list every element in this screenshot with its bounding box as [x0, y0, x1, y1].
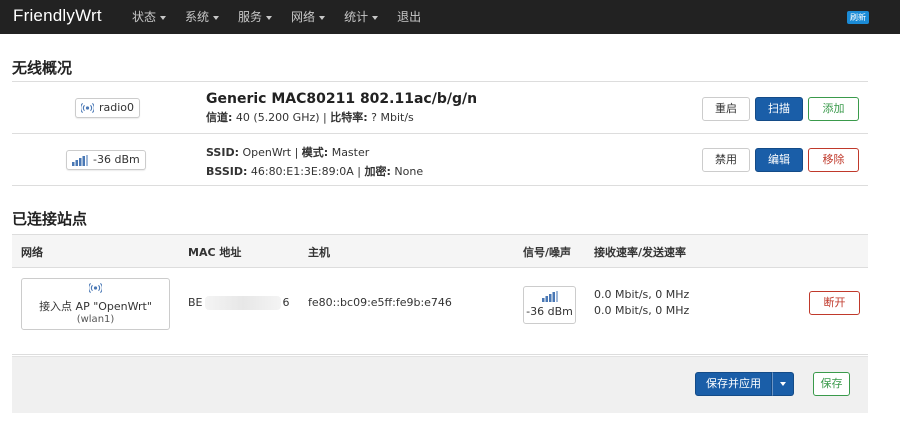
- nav-system[interactable]: 系统: [185, 0, 220, 34]
- mac-redaction: [204, 296, 281, 310]
- col-host: 主机: [308, 246, 330, 259]
- wifi-radio-icon: [88, 283, 103, 293]
- station-network: 接入点 AP "OpenWrt" (wlan1): [21, 278, 170, 330]
- wireless-network-row: -36 dBm SSID: OpenWrt | 模式: Master BSSID…: [12, 134, 868, 186]
- nav-services[interactable]: 服务: [238, 0, 273, 34]
- encryption-value: None: [394, 165, 424, 178]
- disable-button[interactable]: 禁用: [702, 148, 750, 172]
- nav-system-label: 系统: [185, 10, 210, 24]
- stations-table-header: 网络 MAC 地址 主机 信号/噪声 接收速率/发送速率: [12, 234, 868, 268]
- nav-logout[interactable]: 退出: [397, 0, 421, 34]
- station-signal-value: -36 dBm: [526, 305, 573, 318]
- mac-prefix: BE: [188, 296, 203, 309]
- col-mac: MAC 地址: [188, 246, 242, 259]
- station-signal: -36 dBm: [523, 286, 576, 324]
- save-button[interactable]: 保存: [813, 372, 850, 396]
- save-apply-dropdown-toggle[interactable]: [772, 372, 794, 396]
- station-rx-rate: 0.0 Mbit/s, 0 MHz: [594, 288, 690, 301]
- radio-channel-line: 信道: 40 (5.200 GHz) | 比特率: ? Mbit/s: [206, 111, 414, 124]
- signal-badge: -36 dBm: [66, 150, 146, 170]
- main-nav: 状态 系统 服务 网络 统计 退出: [132, 0, 440, 34]
- ssid-line: SSID: OpenWrt | 模式: Master: [206, 146, 370, 159]
- restart-button[interactable]: 重启: [702, 97, 750, 121]
- radio-info: Generic MAC80211 802.11ac/b/g/n 信道: 40 (…: [206, 91, 477, 125]
- mode-label: 模式:: [301, 146, 329, 159]
- nav-network[interactable]: 网络: [291, 0, 326, 34]
- nav-services-label: 服务: [238, 10, 263, 24]
- refresh-badge[interactable]: 刷新: [847, 11, 869, 24]
- radio-badge: radio0: [75, 98, 141, 118]
- signal-strength-icon: [541, 291, 558, 302]
- station-host: fe80::bc09:e5ff:fe9b:e746: [308, 296, 452, 309]
- station-ap-label: 接入点 AP "OpenWrt": [39, 300, 152, 313]
- station-mac: BE 6: [188, 296, 290, 310]
- station-interface: (wlan1): [76, 314, 115, 325]
- bssid-label: BSSID:: [206, 165, 248, 178]
- table-row: 接入点 AP "OpenWrt" (wlan1) BE 6 fe80::bc09:…: [12, 268, 868, 355]
- connected-stations-heading: 已连接站点: [12, 210, 88, 228]
- top-navbar: FriendlyWrt 状态 系统 服务 网络 统计 退出 刷新: [0, 0, 900, 34]
- nav-status-label: 状态: [132, 10, 157, 24]
- channel-label: 信道:: [206, 111, 233, 124]
- encryption-label: 加密:: [364, 165, 391, 178]
- chevron-down-icon: [160, 15, 167, 20]
- nav-network-label: 网络: [291, 10, 316, 24]
- station-tx-rate: 0.0 Mbit/s, 0 MHz: [594, 304, 690, 317]
- channel-value: 40 (5.200 GHz): [235, 111, 320, 124]
- signal-value: -36 dBm: [93, 153, 140, 166]
- brand-logo[interactable]: FriendlyWrt: [13, 6, 102, 26]
- mac-suffix: 6: [282, 296, 290, 309]
- wireless-overview-table: radio0 Generic MAC80211 802.11ac/b/g/n 信…: [12, 81, 868, 186]
- wifi-radio-icon: [81, 103, 94, 113]
- chevron-down-icon: [319, 15, 326, 20]
- nav-status[interactable]: 状态: [132, 0, 167, 34]
- add-button[interactable]: 添加: [808, 97, 859, 121]
- remove-button[interactable]: 移除: [808, 148, 859, 172]
- radio-row: radio0 Generic MAC80211 802.11ac/b/g/n 信…: [12, 82, 868, 134]
- bitrate-label: 比特率:: [330, 111, 368, 124]
- ssid-label: SSID:: [206, 146, 239, 159]
- edit-button[interactable]: 编辑: [755, 148, 803, 172]
- chevron-down-icon: [372, 15, 379, 20]
- nav-logout-label: 退出: [397, 10, 422, 24]
- network-info: SSID: OpenWrt | 模式: Master BSSID: 46:80:…: [206, 144, 423, 179]
- nav-statistics[interactable]: 统计: [344, 0, 379, 34]
- bssid-line: BSSID: 46:80:E1:3E:89:0A | 加密: None: [206, 165, 424, 178]
- chevron-down-icon: [780, 382, 786, 386]
- bssid-value: 46:80:E1:3E:89:0A: [250, 165, 354, 178]
- col-rates: 接收速率/发送速率: [594, 246, 687, 259]
- col-signal: 信号/噪声: [523, 246, 572, 259]
- nav-statistics-label: 统计: [344, 10, 369, 24]
- chevron-down-icon: [266, 15, 273, 20]
- scan-button[interactable]: 扫描: [755, 97, 803, 121]
- wireless-overview-heading: 无线概况: [12, 59, 73, 77]
- radio-device-title: Generic MAC80211 802.11ac/b/g/n: [206, 91, 478, 107]
- mode-value: Master: [331, 146, 370, 159]
- bitrate-value: ? Mbit/s: [371, 111, 414, 124]
- disconnect-button[interactable]: 断开: [809, 291, 860, 315]
- page-actions-bar: 保存并应用 保存: [12, 356, 868, 413]
- chevron-down-icon: [213, 15, 220, 20]
- save-apply-button[interactable]: 保存并应用: [695, 372, 772, 396]
- ssid-value: OpenWrt: [242, 146, 292, 159]
- col-network: 网络: [21, 246, 43, 259]
- signal-strength-icon: [72, 154, 88, 166]
- radio-name: radio0: [99, 101, 135, 114]
- save-apply-split-button: 保存并应用: [695, 372, 794, 396]
